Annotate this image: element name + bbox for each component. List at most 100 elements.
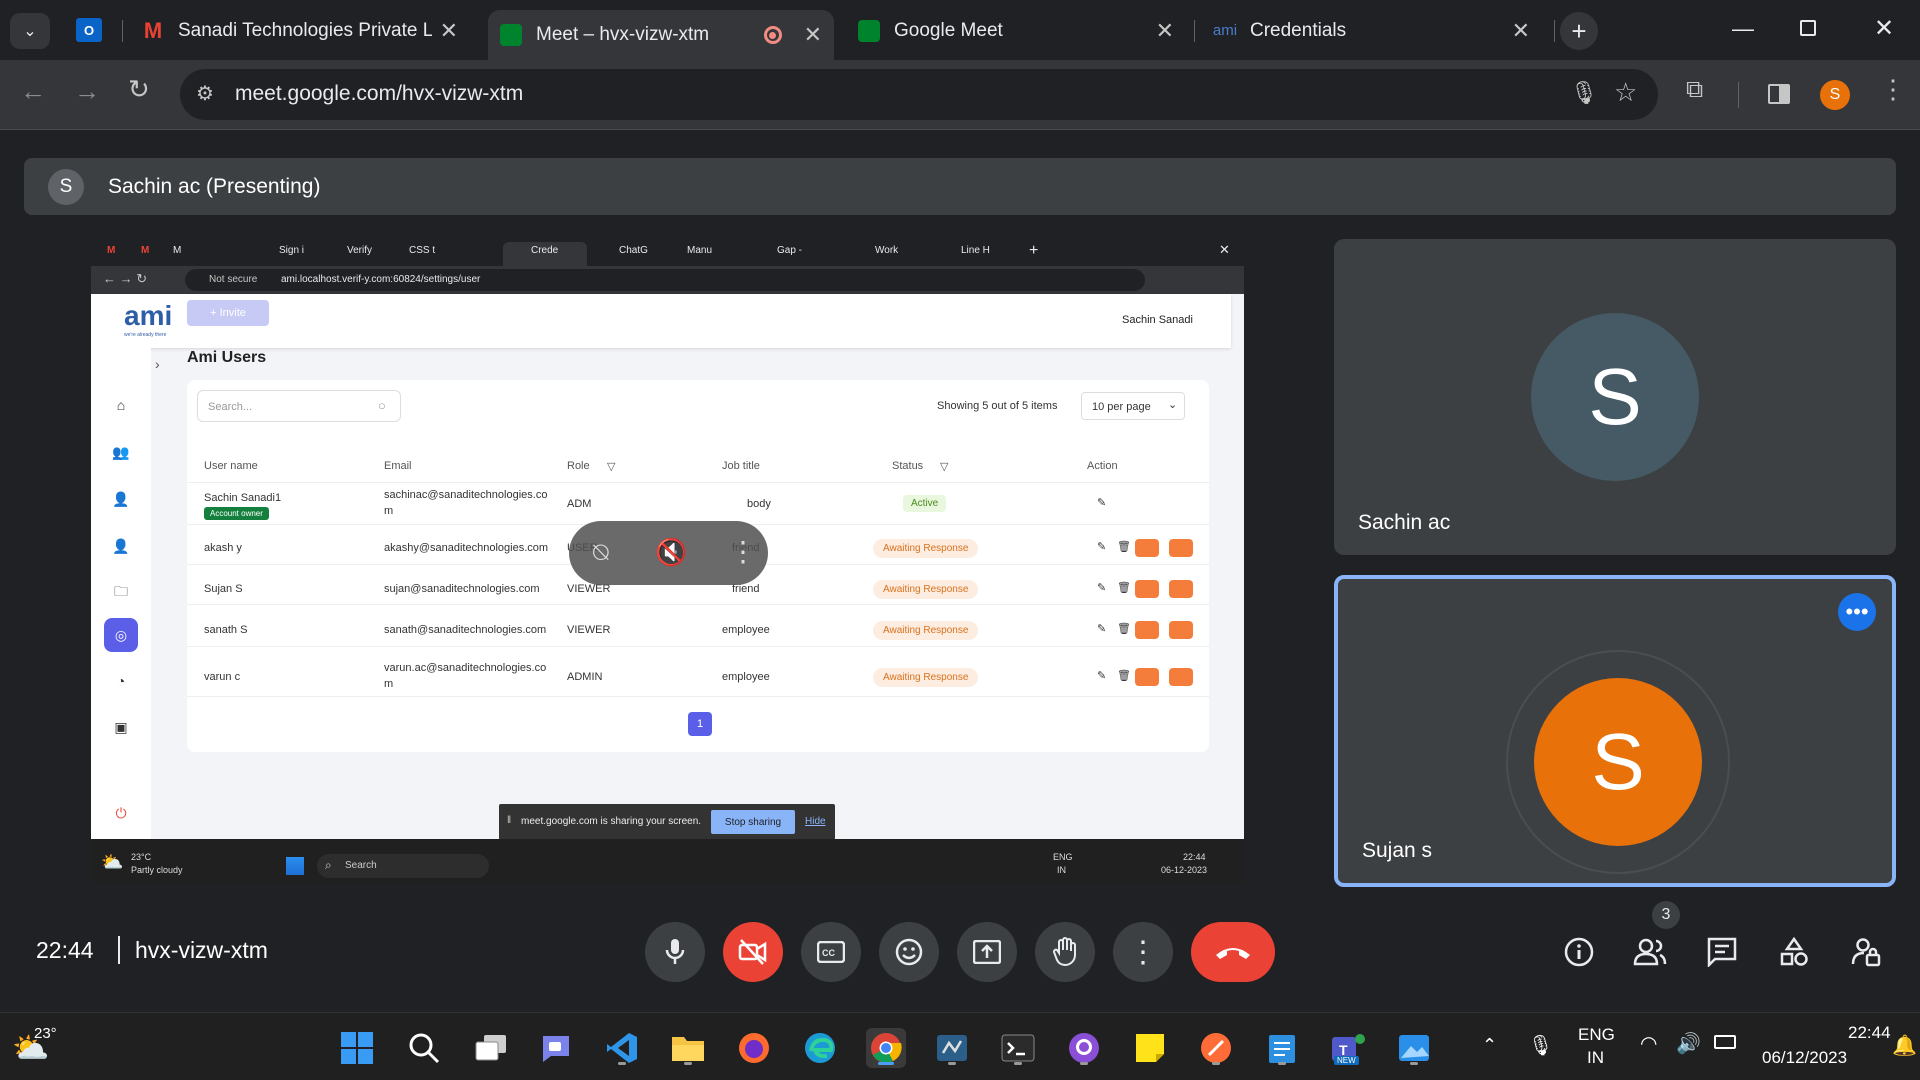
- minimize-button[interactable]: —: [1732, 16, 1754, 42]
- chevron-up-icon[interactable]: ⌃: [1482, 1035, 1497, 1056]
- close-icon[interactable]: ✕: [1512, 18, 1530, 44]
- logout-icon[interactable]: ⏻: [104, 796, 138, 830]
- language-label[interactable]: ENG: [1578, 1025, 1615, 1045]
- chrome-button[interactable]: [866, 1028, 906, 1068]
- resend-button[interactable]: [1135, 621, 1159, 639]
- teams-chat-button[interactable]: [536, 1028, 576, 1068]
- resend-button[interactable]: [1135, 668, 1159, 686]
- activities-button[interactable]: [1772, 930, 1816, 974]
- edge-button[interactable]: [800, 1028, 840, 1068]
- bookmark-star-icon[interactable]: ☆: [1614, 77, 1637, 108]
- edit-icon[interactable]: ✎: [1097, 581, 1106, 594]
- edit-icon[interactable]: ✎: [1097, 496, 1106, 509]
- profile-avatar[interactable]: S: [1820, 80, 1850, 110]
- pin-off-icon[interactable]: ⍉: [593, 537, 609, 569]
- chart-icon[interactable]: ◔: [104, 664, 138, 698]
- weather-widget[interactable]: ⛅ 23°: [12, 1025, 72, 1069]
- notification-bell-icon[interactable]: 🔔: [1892, 1033, 1917, 1058]
- users-icon[interactable]: 👥: [104, 435, 138, 469]
- settings-icon[interactable]: ◎: [104, 618, 138, 652]
- microphone-icon[interactable]: 🎙: [1528, 1033, 1553, 1058]
- github-desktop-button[interactable]: [1064, 1028, 1104, 1068]
- edit-icon[interactable]: ✎: [1097, 540, 1106, 553]
- folder-icon[interactable]: 🗀: [104, 576, 138, 610]
- revoke-button[interactable]: [1169, 621, 1193, 639]
- edit-icon[interactable]: ✎: [1097, 622, 1106, 635]
- close-window-button[interactable]: ✕: [1874, 14, 1894, 43]
- microphone-icon[interactable]: 🎙: [1570, 80, 1598, 106]
- filter-icon[interactable]: ▽: [607, 460, 615, 473]
- search-input[interactable]: Search... ○: [197, 390, 401, 422]
- delete-icon[interactable]: 🗑: [1117, 622, 1131, 635]
- photos-button[interactable]: [1394, 1028, 1434, 1068]
- task-view-button[interactable]: [471, 1028, 511, 1068]
- back-button[interactable]: ←: [20, 76, 46, 107]
- search-button[interactable]: [404, 1028, 444, 1068]
- clock-time[interactable]: 22:44: [1848, 1023, 1891, 1043]
- participant-options-button[interactable]: •••: [1838, 593, 1876, 631]
- volume-icon[interactable]: 🔊: [1676, 1031, 1701, 1056]
- side-panel-icon[interactable]: [1768, 84, 1790, 104]
- stop-sharing-button[interactable]: Stop sharing: [711, 810, 795, 834]
- present-button[interactable]: [957, 922, 1017, 982]
- teams-button[interactable]: T NEW: [1328, 1028, 1368, 1068]
- extensions-icon[interactable]: ⧉: [1686, 76, 1703, 104]
- wifi-icon[interactable]: ◠: [1640, 1031, 1657, 1056]
- battery-icon[interactable]: [1714, 1035, 1736, 1049]
- captions-button[interactable]: CC: [801, 922, 861, 982]
- vscode-button[interactable]: [602, 1028, 642, 1068]
- revoke-button[interactable]: [1169, 539, 1193, 557]
- ssms-button[interactable]: [932, 1028, 972, 1068]
- meeting-info-button[interactable]: [1557, 930, 1601, 974]
- close-icon[interactable]: ✕: [804, 22, 822, 48]
- browser-menu-icon[interactable]: ⋮: [1880, 74, 1906, 105]
- postman-button[interactable]: [1196, 1028, 1236, 1068]
- restore-button[interactable]: [1800, 20, 1816, 36]
- tab-search-button[interactable]: ⌄: [10, 13, 50, 49]
- invite-button[interactable]: + Invite: [187, 300, 269, 326]
- delete-icon[interactable]: 🗑: [1117, 581, 1131, 594]
- forward-button[interactable]: →: [74, 76, 100, 107]
- outlook-pinned-tab[interactable]: O: [76, 18, 102, 42]
- document-icon[interactable]: ▣: [104, 710, 138, 744]
- leave-call-button[interactable]: [1191, 922, 1275, 982]
- file-explorer-button[interactable]: [668, 1028, 708, 1068]
- revoke-button[interactable]: [1169, 580, 1193, 598]
- user-icon[interactable]: 👤: [104, 529, 138, 563]
- address-bar[interactable]: ⚙ meet.google.com/hvx-vizw-xtm 🎙 ☆: [180, 69, 1658, 120]
- new-tab-button[interactable]: +: [1560, 12, 1598, 50]
- filter-icon[interactable]: ▽: [940, 460, 948, 473]
- close-icon[interactable]: ✕: [440, 18, 458, 44]
- firefox-button[interactable]: [734, 1028, 774, 1068]
- tab-google-meet[interactable]: Google Meet ✕: [846, 10, 1186, 51]
- terminal-button[interactable]: [998, 1028, 1038, 1068]
- pagination-page[interactable]: 1: [688, 712, 712, 736]
- raise-hand-button[interactable]: [1035, 922, 1095, 982]
- participant-tile-sachin[interactable]: S Sachin ac: [1334, 239, 1896, 555]
- tab-gmail[interactable]: M Sanadi Technologies Private Lir ✕: [130, 10, 470, 51]
- delete-icon[interactable]: 🗑: [1117, 540, 1131, 553]
- more-vert-icon[interactable]: ⋮: [729, 535, 757, 568]
- revoke-button[interactable]: [1169, 668, 1193, 686]
- sticky-notes-button[interactable]: [1130, 1028, 1170, 1068]
- notepad-button[interactable]: [1262, 1028, 1302, 1068]
- mic-button[interactable]: [645, 922, 705, 982]
- chat-button[interactable]: [1700, 930, 1744, 974]
- host-controls-button[interactable]: [1844, 930, 1888, 974]
- delete-icon[interactable]: 🗑: [1117, 669, 1131, 682]
- close-icon[interactable]: ✕: [1156, 18, 1174, 44]
- people-button[interactable]: [1628, 930, 1672, 974]
- camera-off-button[interactable]: [723, 922, 783, 982]
- tab-meet-active[interactable]: Meet – hvx-vizw-xtm ✕: [488, 10, 834, 60]
- edit-icon[interactable]: ✎: [1097, 669, 1106, 682]
- user-icon[interactable]: 👤: [104, 482, 138, 516]
- participant-tile-sujan[interactable]: S Sujan s •••: [1334, 575, 1896, 887]
- resend-button[interactable]: [1135, 539, 1159, 557]
- per-page-select[interactable]: 10 per page ⌄: [1081, 392, 1185, 420]
- tab-credentials[interactable]: ami Credentials ✕: [1202, 10, 1542, 51]
- home-icon[interactable]: ⌂: [104, 388, 138, 422]
- mute-icon[interactable]: 🔇: [655, 537, 687, 568]
- ami-user-name[interactable]: Sachin Sanadi: [1122, 314, 1193, 326]
- start-button[interactable]: [337, 1028, 377, 1068]
- hide-button[interactable]: Hide: [805, 816, 826, 827]
